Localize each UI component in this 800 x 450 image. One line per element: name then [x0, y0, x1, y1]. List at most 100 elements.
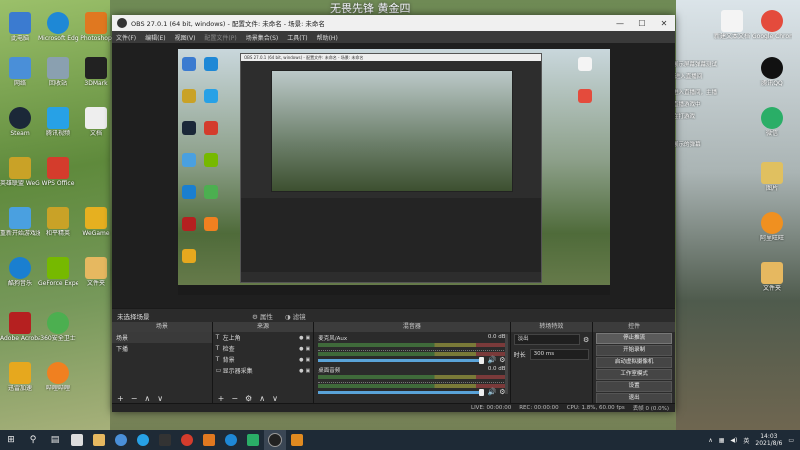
app-icon [204, 217, 218, 231]
desktop-icon[interactable]: Adobe Acrobat [0, 310, 40, 350]
taskbar-app-obs[interactable] [264, 430, 286, 450]
lock-icon[interactable]: ▣ [306, 368, 311, 374]
desktop-icon[interactable]: 重新开始游戏服务 [0, 205, 40, 245]
network-icon[interactable]: ▦ [719, 437, 725, 444]
notifications-icon[interactable]: ▭ [788, 437, 794, 444]
move-up-icon[interactable]: ∧ [259, 394, 265, 403]
desktop-icon[interactable]: 文件夹 [76, 255, 116, 295]
move-up-icon[interactable]: ∧ [144, 394, 150, 403]
menu-scene-collection[interactable]: 场景集合(S) [246, 33, 279, 42]
move-down-icon[interactable]: ∨ [157, 394, 163, 403]
taskbar-app[interactable] [198, 430, 220, 450]
taskbar-app[interactable] [242, 430, 264, 450]
speaker-icon[interactable]: 🔊 [488, 388, 497, 396]
gear-icon[interactable]: ⚙ [583, 336, 589, 344]
slider-handle[interactable] [478, 356, 484, 364]
desktop-icon[interactable]: 腾讯视频 [38, 105, 78, 145]
task-view-icon: ▤ [50, 435, 60, 445]
desktop-icon[interactable]: 3DMark [76, 55, 116, 95]
desktop-icon[interactable]: 回收站 [38, 55, 78, 95]
source-item[interactable]: T 左上角 ● ▣ [213, 332, 314, 343]
eye-icon[interactable]: ● [299, 368, 303, 374]
remove-scene-button[interactable]: − [131, 394, 138, 403]
maximize-button[interactable]: ☐ [631, 19, 653, 28]
preview-canvas[interactable]: OBS 27.0.1 (64 bit, windows) - 配置文件: 未命名… [178, 49, 610, 295]
menu-help[interactable]: 帮助(H) [317, 33, 338, 42]
desktop-icon[interactable]: 阿里旺旺 [752, 210, 792, 250]
menu-tools[interactable]: 工具(T) [287, 33, 307, 42]
desktop-icon[interactable]: 此电脑 [0, 10, 40, 50]
desktop-icon[interactable]: 酷狗音乐 [0, 255, 40, 295]
lock-icon[interactable]: ▣ [306, 346, 311, 352]
desktop-icon[interactable]: 新建文本文档 [712, 8, 752, 48]
add-scene-button[interactable]: + [117, 394, 124, 403]
speaker-icon[interactable]: 🔊 [488, 356, 497, 364]
taskbar-app[interactable] [176, 430, 198, 450]
menu-view[interactable]: 视图(V) [175, 33, 196, 42]
taskbar-app[interactable] [110, 430, 132, 450]
preview-area[interactable]: OBS 27.0.1 (64 bit, windows) - 配置文件: 未命名… [112, 43, 675, 308]
studio-mode-button[interactable]: 工作室模式 [596, 369, 672, 380]
slider-handle[interactable] [478, 388, 484, 396]
lock-icon[interactable]: ▣ [306, 357, 311, 363]
desktop-icon[interactable]: Photoshop [76, 10, 116, 50]
taskbar-app[interactable] [66, 430, 88, 450]
desktop-icon[interactable]: 迅雷加速 [0, 360, 40, 400]
eye-icon[interactable]: ● [299, 346, 303, 352]
taskbar-app[interactable] [132, 430, 154, 450]
scene-item[interactable]: 场景 [112, 332, 212, 343]
eye-icon[interactable]: ● [299, 335, 303, 341]
desktop-icon[interactable]: WeGame [76, 205, 116, 245]
desktop-icon[interactable]: 网络 [0, 55, 40, 95]
volume-slider[interactable] [318, 388, 484, 396]
volume-icon[interactable]: ◀) [730, 437, 737, 444]
minimize-button[interactable]: — [609, 19, 631, 28]
desktop-icon[interactable]: WPS Office [38, 155, 78, 195]
search-button[interactable]: ⚲ [22, 430, 44, 450]
start-virtual-camera-button[interactable]: 启动虚拟摄像机 [596, 357, 672, 368]
source-item[interactable]: ▭ 显示器采集 ● ▣ [213, 365, 314, 376]
desktop-icon[interactable]: Google Chrome [752, 8, 792, 48]
desktop-icon[interactable]: 和平精英 [38, 205, 78, 245]
desktop-icon[interactable]: 哔哩哔哩 [38, 360, 78, 400]
source-item[interactable]: T 背景 ● ▣ [213, 354, 314, 365]
close-button[interactable]: ✕ [653, 19, 675, 28]
add-source-button[interactable]: + [218, 394, 225, 403]
stop-streaming-button[interactable]: 停止推流 [596, 333, 672, 344]
desktop-icon[interactable]: 文件夹 [752, 260, 792, 300]
desktop-icon[interactable]: GeForce Experience [38, 255, 78, 295]
clock[interactable]: 14:03 2021/8/6 [755, 433, 782, 447]
move-down-icon[interactable]: ∨ [272, 394, 278, 403]
remove-source-button[interactable]: − [231, 394, 238, 403]
taskbar-app[interactable] [286, 430, 308, 450]
taskbar-app[interactable] [154, 430, 176, 450]
desktop-icon[interactable]: 文档 [76, 105, 116, 145]
menu-profile[interactable]: 配置文件(P) [204, 33, 236, 42]
desktop-icon[interactable]: 360安全卫士 [38, 310, 78, 350]
menu-edit[interactable]: 编辑(E) [145, 33, 165, 42]
volume-slider[interactable] [318, 356, 484, 364]
transition-select[interactable]: 淡出 [513, 334, 580, 345]
desktop-icon[interactable]: Steam [0, 105, 40, 145]
audio-mixer-dock: 混音器 麦克风/Aux 0.0 dB 🔊 ⚙ 桌面音频 0.0 dB 🔊 ⚙ [314, 322, 511, 404]
gear-icon[interactable]: ⚙ [245, 394, 252, 403]
settings-button[interactable]: 设置 [596, 381, 672, 392]
input-language[interactable]: 英 [743, 436, 749, 445]
scene-item[interactable]: 下播 [112, 343, 212, 354]
duration-input[interactable]: 300 ms [529, 349, 590, 360]
source-item[interactable]: T 检查 ● ▣ [213, 343, 314, 354]
start-button[interactable]: ⊞ [0, 430, 22, 450]
task-view-button[interactable]: ▤ [44, 430, 66, 450]
desktop-icon[interactable]: 英雄联盟 WeGame版 [0, 155, 40, 195]
menu-file[interactable]: 文件(F) [116, 33, 136, 42]
mixer-scrollbar[interactable] [504, 334, 508, 394]
taskbar-app[interactable] [88, 430, 110, 450]
filters-button[interactable]: ◑ 滤镜 [285, 311, 306, 321]
properties-button[interactable]: ⚙ 属性 [252, 311, 273, 321]
start-recording-button[interactable]: 开始录制 [596, 345, 672, 356]
lock-icon[interactable]: ▣ [306, 335, 311, 341]
taskbar-app[interactable] [220, 430, 242, 450]
eye-icon[interactable]: ● [299, 357, 303, 363]
tray-expand-icon[interactable]: ∧ [708, 437, 712, 444]
desktop-icon[interactable]: Microsoft Edge [38, 10, 78, 50]
